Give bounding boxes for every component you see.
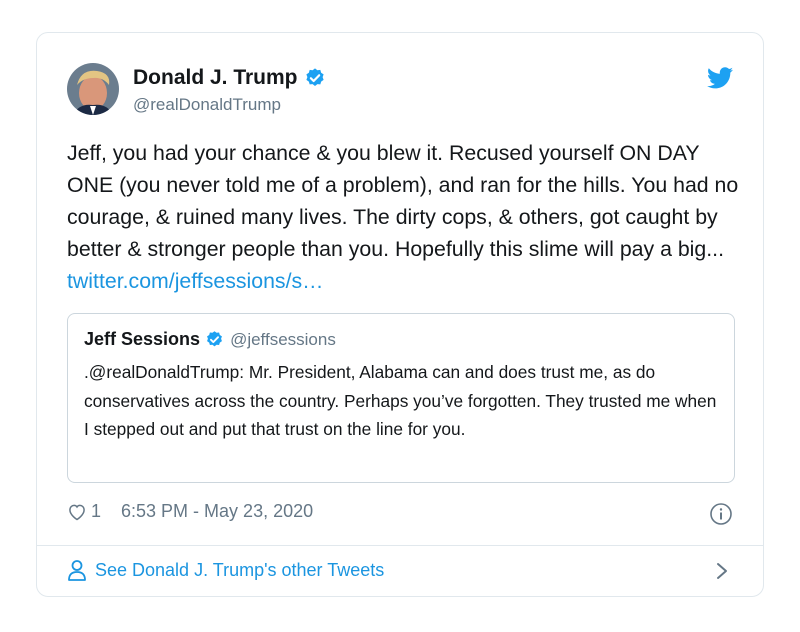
heart-icon[interactable] <box>67 502 87 522</box>
tweet-link[interactable]: twitter.com/jeffsessions/s… <box>67 269 323 293</box>
quoted-tweet-text: .@realDonaldTrump: Mr. President, Alabam… <box>84 362 717 439</box>
verified-badge-icon <box>207 331 223 347</box>
tweet-card[interactable]: Donald J. Trump @realDonaldTrump Jeff, y… <box>36 32 764 597</box>
author-avatar[interactable] <box>67 63 119 115</box>
author-name-row[interactable]: Donald J. Trump <box>133 66 326 90</box>
see-other-tweets-link[interactable]: See Donald J. Trump's other Tweets <box>67 559 384 581</box>
tweet-text: Jeff, you had your chance & you blew it.… <box>67 137 747 297</box>
tweet-timestamp[interactable]: 6:53 PM - May 23, 2020 <box>121 501 313 522</box>
quoted-author-handle: @jeffsessions <box>230 329 336 349</box>
quoted-author-row: Jeff Sessions @jeffsessions <box>84 329 336 350</box>
footer-divider <box>37 545 763 546</box>
chevron-right-icon[interactable] <box>715 561 729 581</box>
tweet-body: Jeff, you had your chance & you blew it.… <box>67 141 739 261</box>
quoted-tweet[interactable]: Jeff Sessions @jeffsessions .@realDonald… <box>67 313 735 483</box>
author-name[interactable]: Donald J. Trump <box>133 66 298 90</box>
person-icon <box>68 560 86 581</box>
tweet-meta: 1 6:53 PM - May 23, 2020 <box>67 501 313 522</box>
see-other-tweets-label[interactable]: See Donald J. Trump's other Tweets <box>95 560 384 581</box>
like-count[interactable]: 1 <box>91 501 101 522</box>
twitter-bird-icon[interactable] <box>707 67 733 89</box>
info-icon[interactable] <box>709 502 733 526</box>
verified-badge-icon <box>305 68 324 86</box>
author-handle[interactable]: @realDonaldTrump <box>133 95 281 115</box>
quoted-author-name: Jeff Sessions <box>84 329 201 349</box>
